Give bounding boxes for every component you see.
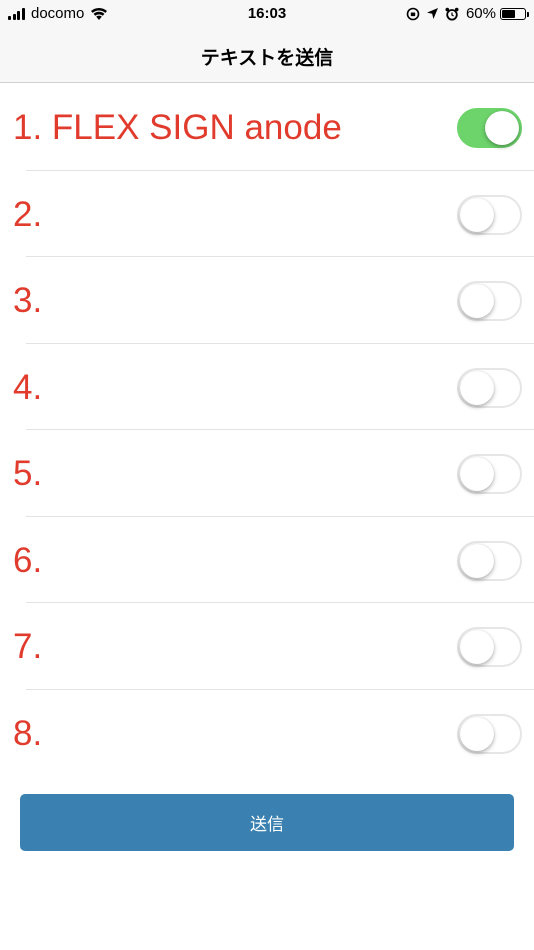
item-toggle[interactable]	[457, 281, 522, 321]
item-toggle[interactable]	[457, 627, 522, 667]
item-toggle[interactable]	[457, 194, 522, 235]
text-list: 1. FLEX SIGN anode 2. 3. 4. 5. 6. 7. 8.	[0, 84, 534, 776]
list-item: 2.	[0, 171, 534, 258]
alarm-icon	[445, 7, 459, 21]
list-item-label: 1. FLEX SIGN anode	[13, 108, 342, 147]
status-bar: docomo 16:03 60%	[0, 0, 534, 30]
battery-percent: 60%	[465, 5, 496, 22]
toggle-knob	[460, 457, 494, 491]
navigation-bar: テキストを送信	[0, 30, 534, 83]
list-item: 6.	[0, 517, 534, 604]
list-item-label: 7.	[13, 627, 43, 666]
location-icon	[426, 8, 438, 19]
toggle-knob	[460, 543, 494, 578]
list-item-label: 3.	[13, 281, 43, 320]
status-right: 60%	[400, 5, 529, 22]
send-button[interactable]: 送信	[20, 794, 514, 851]
page-title: テキストを送信	[200, 46, 334, 69]
screen: docomo 16:03 60% テキストを送信 1. FLEX SIGN an…	[0, 0, 534, 950]
orientation-lock-icon	[406, 7, 420, 20]
list-item-label: 6.	[13, 540, 43, 580]
toggle-knob	[460, 630, 494, 664]
item-toggle[interactable]	[457, 713, 522, 754]
list-item: 8.	[0, 690, 534, 777]
list-item: 3.	[0, 257, 534, 344]
toggle-knob	[460, 197, 494, 232]
toggle-knob	[460, 716, 494, 751]
item-toggle[interactable]	[457, 108, 522, 148]
item-toggle[interactable]	[457, 454, 522, 494]
list-item: 5.	[0, 430, 534, 517]
item-toggle[interactable]	[457, 367, 522, 408]
list-item-label: 2.	[13, 194, 43, 234]
list-item-label: 8.	[13, 713, 43, 753]
battery-icon	[500, 7, 529, 20]
list-item-label: 4.	[13, 367, 43, 407]
item-toggle[interactable]	[457, 540, 522, 581]
list-item: 7.	[0, 603, 534, 690]
list-item: 4.	[0, 344, 534, 431]
list-item: 1. FLEX SIGN anode	[0, 84, 534, 171]
send-button-label: 送信	[250, 815, 284, 835]
toggle-knob	[485, 111, 519, 145]
list-item-label: 5.	[13, 454, 43, 493]
toggle-knob	[460, 284, 494, 318]
toggle-knob	[460, 370, 494, 405]
